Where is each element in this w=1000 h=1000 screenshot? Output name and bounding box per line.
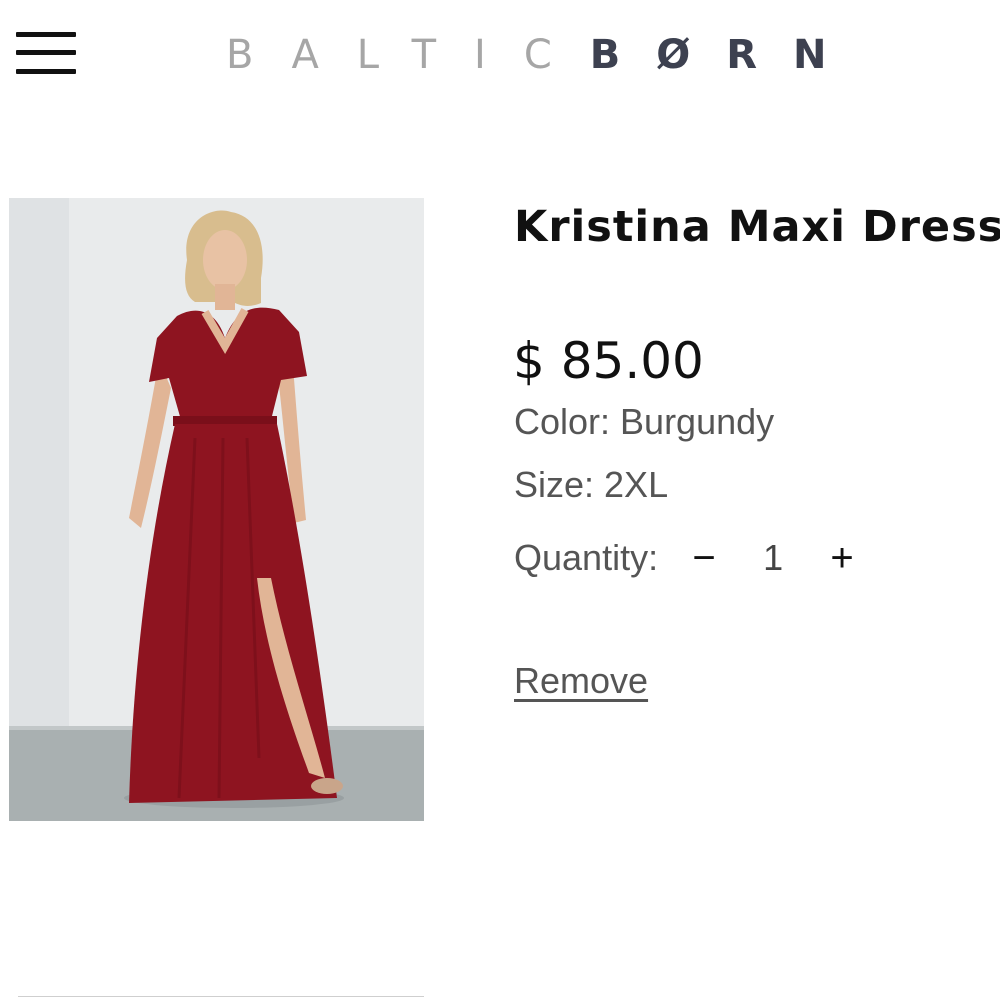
size-attribute: Size: 2XL: [514, 464, 669, 505]
logo-text-born: BØRN: [589, 32, 863, 78]
cart-page: BALTIC BØRN Kristina Maxi Dress $ 85.00 …: [0, 0, 1000, 1000]
remove-link[interactable]: Remove: [514, 660, 648, 702]
brand-logo[interactable]: BALTIC BØRN: [226, 30, 863, 80]
color-attribute: Color: Burgundy: [514, 401, 775, 442]
logo-text-baltic: BALTIC: [226, 32, 590, 78]
quantity-row: Quantity: − 1 +: [514, 536, 860, 580]
menu-bar: [16, 32, 76, 37]
divider: [18, 996, 424, 997]
quantity-value: 1: [763, 537, 784, 578]
hamburger-menu-icon[interactable]: [16, 32, 78, 78]
minus-icon[interactable]: −: [686, 536, 722, 580]
plus-icon[interactable]: +: [824, 536, 860, 580]
menu-bar: [16, 69, 76, 74]
quantity-label: Quantity:: [514, 537, 659, 578]
dress-photo: [9, 198, 424, 821]
menu-bar: [16, 50, 76, 55]
product-title[interactable]: Kristina Maxi Dress: [514, 202, 1000, 252]
product-price: $ 85.00: [513, 332, 704, 390]
product-image[interactable]: [9, 198, 424, 821]
